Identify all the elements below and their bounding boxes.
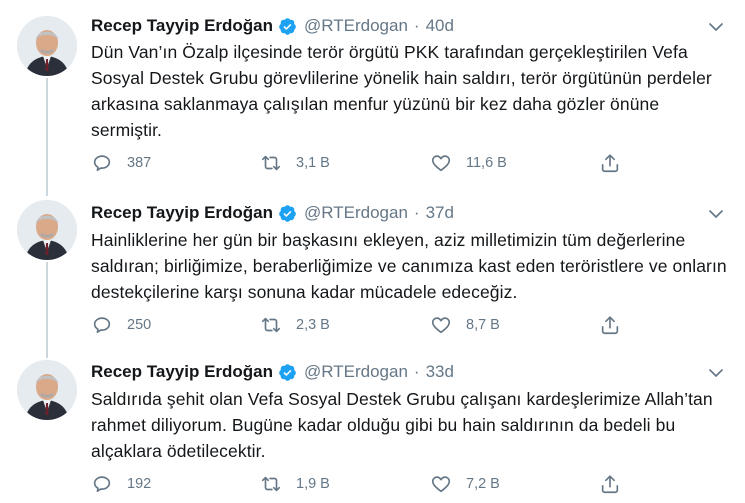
tweet-actions: 192 1,9 B 7,2 B bbox=[91, 472, 651, 496]
share-button[interactable] bbox=[599, 472, 621, 496]
reply-count: 387 bbox=[127, 155, 152, 171]
tweet-header: Recep Tayyip Erdoğan @RTErdogan · 33d bbox=[91, 360, 454, 384]
verified-badge-icon bbox=[279, 17, 296, 35]
tweet-text: Hainliklerine her gün bir başkasını ekle… bbox=[91, 230, 727, 302]
share-icon bbox=[601, 316, 619, 335]
reply-button[interactable]: 250 bbox=[91, 313, 151, 337]
heart-icon bbox=[431, 155, 451, 172]
tweet-actions: 387 3,1 B 11,6 B bbox=[91, 151, 651, 175]
author-name[interactable]: Recep Tayyip Erdoğan bbox=[91, 203, 273, 223]
like-button[interactable]: 11,6 B bbox=[430, 151, 507, 175]
author-name[interactable]: Recep Tayyip Erdoğan bbox=[91, 362, 273, 382]
retweet-count: 3,1 B bbox=[296, 155, 330, 171]
reply-icon bbox=[93, 476, 111, 493]
separator: · bbox=[413, 362, 420, 381]
heart-icon bbox=[431, 317, 451, 334]
like-count: 7,2 B bbox=[466, 476, 500, 492]
tweet-text: Dün Van’ın Özalp ilçesinde terör örgütü … bbox=[91, 42, 712, 140]
reply-button[interactable]: 192 bbox=[91, 472, 151, 496]
retweet-icon bbox=[261, 476, 281, 492]
avatar[interactable] bbox=[17, 16, 77, 76]
avatar[interactable] bbox=[17, 200, 77, 260]
tweet-header: Recep Tayyip Erdoğan @RTErdogan · 37d bbox=[91, 201, 454, 225]
author-handle[interactable]: @RTErdogan bbox=[304, 203, 408, 223]
chevron-down-icon[interactable] bbox=[707, 364, 725, 382]
reply-count: 192 bbox=[127, 476, 152, 492]
reply-icon bbox=[93, 317, 111, 334]
share-icon bbox=[601, 154, 619, 173]
retweet-count: 2,3 B bbox=[296, 317, 330, 333]
author-name[interactable]: Recep Tayyip Erdoğan bbox=[91, 16, 273, 36]
tweet[interactable]: Recep Tayyip Erdoğan @RTErdogan · 37d Ha… bbox=[0, 190, 745, 348]
share-button[interactable] bbox=[599, 151, 621, 175]
like-count: 8,7 B bbox=[466, 317, 500, 333]
reply-count: 250 bbox=[127, 317, 152, 333]
retweet-button[interactable]: 1,9 B bbox=[260, 472, 330, 496]
share-icon bbox=[601, 475, 619, 494]
like-button[interactable]: 7,2 B bbox=[430, 472, 500, 496]
heart-icon bbox=[431, 476, 451, 493]
tweet-text: Saldırıda şehit olan Vefa Sosyal Destek … bbox=[91, 389, 713, 461]
verified-badge-icon bbox=[279, 204, 296, 222]
timestamp[interactable]: 40d bbox=[426, 16, 454, 36]
like-button[interactable]: 8,7 B bbox=[430, 313, 500, 337]
retweet-icon bbox=[261, 155, 281, 171]
avatar[interactable] bbox=[17, 360, 77, 420]
like-count: 11,6 B bbox=[466, 155, 507, 171]
timestamp[interactable]: 37d bbox=[426, 203, 454, 223]
chevron-down-icon[interactable] bbox=[707, 18, 725, 36]
timestamp[interactable]: 33d bbox=[426, 362, 454, 382]
chevron-down-icon[interactable] bbox=[707, 205, 725, 223]
tweet-actions: 250 2,3 B 8,7 B bbox=[91, 313, 651, 337]
reply-button[interactable]: 387 bbox=[91, 151, 151, 175]
separator: · bbox=[413, 203, 420, 222]
author-handle[interactable]: @RTErdogan bbox=[304, 362, 408, 382]
verified-badge-icon bbox=[279, 363, 296, 381]
separator: · bbox=[413, 16, 420, 35]
share-button[interactable] bbox=[599, 313, 621, 337]
retweet-button[interactable]: 2,3 B bbox=[260, 313, 330, 337]
retweet-button[interactable]: 3,1 B bbox=[260, 151, 330, 175]
reply-icon bbox=[93, 155, 111, 172]
retweet-icon bbox=[261, 317, 281, 333]
author-handle[interactable]: @RTErdogan bbox=[304, 16, 408, 36]
retweet-count: 1,9 B bbox=[296, 476, 330, 492]
tweet[interactable]: Recep Tayyip Erdoğan @RTErdogan · 33d Sa… bbox=[0, 348, 745, 503]
tweet[interactable]: Recep Tayyip Erdoğan @RTErdogan · 40d Dü… bbox=[0, 0, 745, 190]
tweet-header: Recep Tayyip Erdoğan @RTErdogan · 40d bbox=[91, 14, 454, 38]
